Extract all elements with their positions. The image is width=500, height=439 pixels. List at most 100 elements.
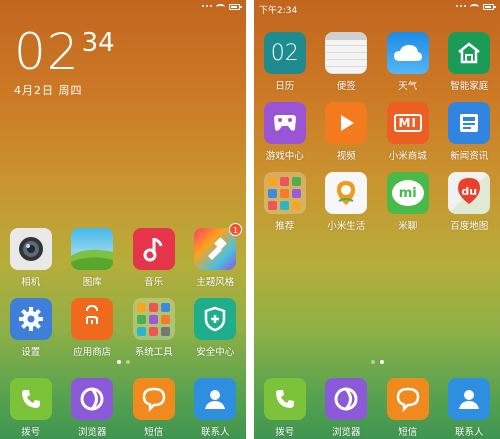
app-label: 便签 [336, 81, 356, 92]
app-label: 浏览器 [77, 427, 107, 438]
app-label: 联系人 [200, 427, 230, 438]
phone-icon [263, 378, 306, 420]
app-mi-store[interactable]: mi 小米商城 [377, 102, 439, 162]
notification-badge: 1 [229, 223, 242, 236]
status-time: 下午2:34 [259, 6, 298, 16]
app-mi-life[interactable]: 小米生活 [316, 172, 378, 232]
contacts-icon [194, 378, 237, 420]
app-label: 百度地图 [450, 221, 489, 232]
calendar-icon: 02 [263, 32, 306, 74]
security-shield-icon [194, 298, 237, 340]
message-icon [132, 378, 175, 420]
app-settings[interactable]: 设置 [0, 298, 62, 358]
app-camera[interactable]: 相机 [0, 228, 62, 288]
app-label: 图库 [82, 277, 102, 288]
app-label: 视频 [336, 151, 356, 162]
app-label: 拨号 [21, 427, 41, 438]
settings-gear-icon [9, 298, 52, 340]
dock-contacts[interactable]: 联系人 [439, 378, 500, 438]
battery-icon [483, 4, 496, 10]
app-label: 短信 [398, 427, 418, 438]
app-label: 智能家庭 [450, 81, 489, 92]
message-icon [386, 378, 429, 420]
status-bar: 下午2:34 [254, 0, 500, 16]
dock: 拨号 浏览器 短信 联系人 [254, 378, 500, 438]
mitalk-icon: mi [386, 172, 429, 214]
app-baidu-map[interactable]: du 百度地图 [439, 172, 500, 232]
app-label: 日历 [275, 81, 295, 92]
wifi-icon [216, 4, 225, 10]
app-label: 游戏中心 [265, 151, 304, 162]
phone-icon [9, 378, 52, 420]
page-dot [379, 360, 384, 364]
mi-store-icon: mi [386, 102, 429, 144]
clock-widget[interactable]: 02 34 4月2日 周四 [14, 26, 115, 98]
app-label: 主题风格 [196, 277, 235, 288]
status-bar [0, 0, 246, 16]
game-center-icon [263, 102, 306, 144]
dock-messages[interactable]: 短信 [123, 378, 185, 438]
dock: 拨号 浏览器 短信 联系人 [0, 378, 246, 438]
app-label: 天气 [398, 81, 418, 92]
app-store[interactable]: 应用商店 [62, 298, 124, 358]
app-mitalk[interactable]: mi 米聊 [377, 172, 439, 232]
signal-icon [202, 5, 212, 9]
app-weather[interactable]: 天气 [377, 32, 439, 92]
app-label: 小米生活 [327, 221, 366, 232]
dock-dialer[interactable]: 拨号 [254, 378, 316, 438]
app-tools-folder[interactable]: 系统工具 [123, 298, 185, 358]
app-label: 拨号 [275, 427, 295, 438]
app-label: 浏览器 [331, 427, 361, 438]
app-smart-home[interactable]: 智能家庭 [439, 32, 500, 92]
app-label: 安全中心 [196, 347, 235, 358]
app-calendar[interactable]: 02 日历 [254, 32, 316, 92]
contacts-icon [448, 378, 491, 420]
app-theme[interactable]: 1 主题风格 [185, 223, 247, 288]
wifi-icon [470, 4, 479, 10]
app-news[interactable]: 新闻资讯 [439, 102, 500, 162]
app-label: 应用商店 [73, 347, 112, 358]
dock-dialer[interactable]: 拨号 [0, 378, 62, 438]
notes-icon [325, 32, 368, 74]
mi-logo: mi [393, 114, 422, 132]
mi-life-icon [325, 172, 368, 214]
home-screen-right: 下午2:34 02 日历 便签 天气 智能家庭 游戏中心 视频 MI 小米商城 … [254, 0, 500, 439]
app-notes[interactable]: 便签 [316, 32, 378, 92]
app-recommend-folder[interactable]: 推荐 [254, 172, 316, 232]
app-video[interactable]: 视频 [316, 102, 378, 162]
theme-icon [194, 228, 237, 270]
app-gallery[interactable]: 图库 [62, 228, 124, 288]
page-dot [125, 360, 130, 364]
app-music[interactable]: 音乐 [123, 228, 185, 288]
camera-icon [9, 228, 52, 270]
smart-home-icon [448, 32, 491, 74]
page-indicator [254, 360, 500, 364]
page-indicator [0, 360, 246, 364]
dock-messages[interactable]: 短信 [377, 378, 439, 438]
app-store-icon [71, 298, 114, 340]
dock-contacts[interactable]: 联系人 [185, 378, 247, 438]
news-icon [448, 102, 491, 144]
battery-icon [229, 4, 242, 10]
browser-icon [325, 378, 368, 420]
page-dot [116, 360, 121, 364]
video-icon [325, 102, 368, 144]
baidu-logo: du [461, 184, 478, 198]
app-security[interactable]: 安全中心 [185, 298, 247, 358]
dock-browser[interactable]: 浏览器 [62, 378, 124, 438]
app-label: 米聊 [398, 221, 418, 232]
app-label: 系统工具 [134, 347, 173, 358]
clock-date: 4月2日 周四 [14, 84, 83, 97]
weather-icon [386, 32, 429, 74]
app-label: 音乐 [144, 277, 164, 288]
gallery-icon [71, 228, 114, 270]
app-label: 短信 [144, 427, 164, 438]
browser-icon [71, 378, 114, 420]
app-label: 联系人 [454, 427, 484, 438]
app-game-center[interactable]: 游戏中心 [254, 102, 316, 162]
home-screen-left: 02 34 4月2日 周四 相机 图库 音乐 1 主题风格 设置 应用商店 系统… [0, 0, 246, 439]
clock-minute: 34 [81, 28, 115, 58]
mitalk-logo: mi [398, 185, 417, 201]
signal-icon [456, 5, 466, 9]
dock-browser[interactable]: 浏览器 [316, 378, 378, 438]
